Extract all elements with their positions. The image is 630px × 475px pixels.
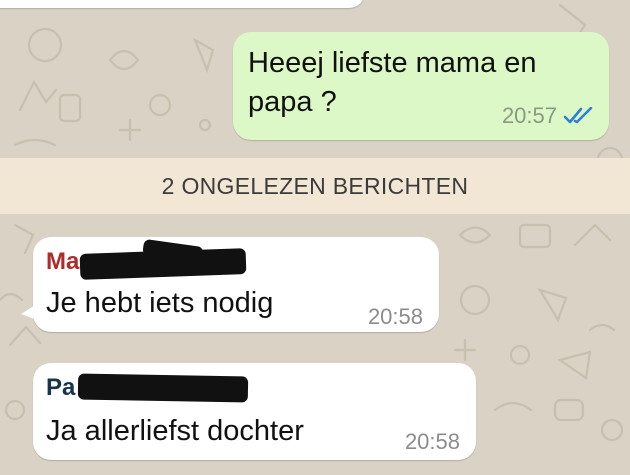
message-text: Ja allerliefst dochter: [46, 415, 304, 447]
double-check-read-icon: [563, 107, 593, 124]
bubble-tail: [21, 304, 37, 320]
previous-message-bubble[interactable]: [0, 0, 365, 8]
outgoing-message-time: 20:57: [501, 103, 557, 128]
incoming-message-bubble[interactable]: Pa Ja allerliefst dochter 20:58: [33, 363, 476, 460]
outgoing-message-bubble[interactable]: Heeej liefste mama en papa ? 20:57: [233, 32, 609, 140]
incoming-message-bubble[interactable]: Ma Je hebt iets nodig 20:58: [21, 237, 439, 332]
unread-messages-label: 2 ONGELEZEN BERICHTEN: [161, 172, 469, 199]
message-time: 20:58: [404, 429, 460, 454]
message-sender[interactable]: Ma: [46, 248, 79, 276]
outgoing-message-meta: 20:57: [502, 103, 595, 129]
message-sender[interactable]: Pa: [46, 374, 75, 402]
redaction-mark: [77, 373, 249, 403]
message-text: Je hebt iets nodig: [46, 287, 274, 319]
message-time: 20:58: [367, 304, 423, 329]
unread-messages-banner: 2 ONGELEZEN BERICHTEN: [0, 158, 630, 214]
